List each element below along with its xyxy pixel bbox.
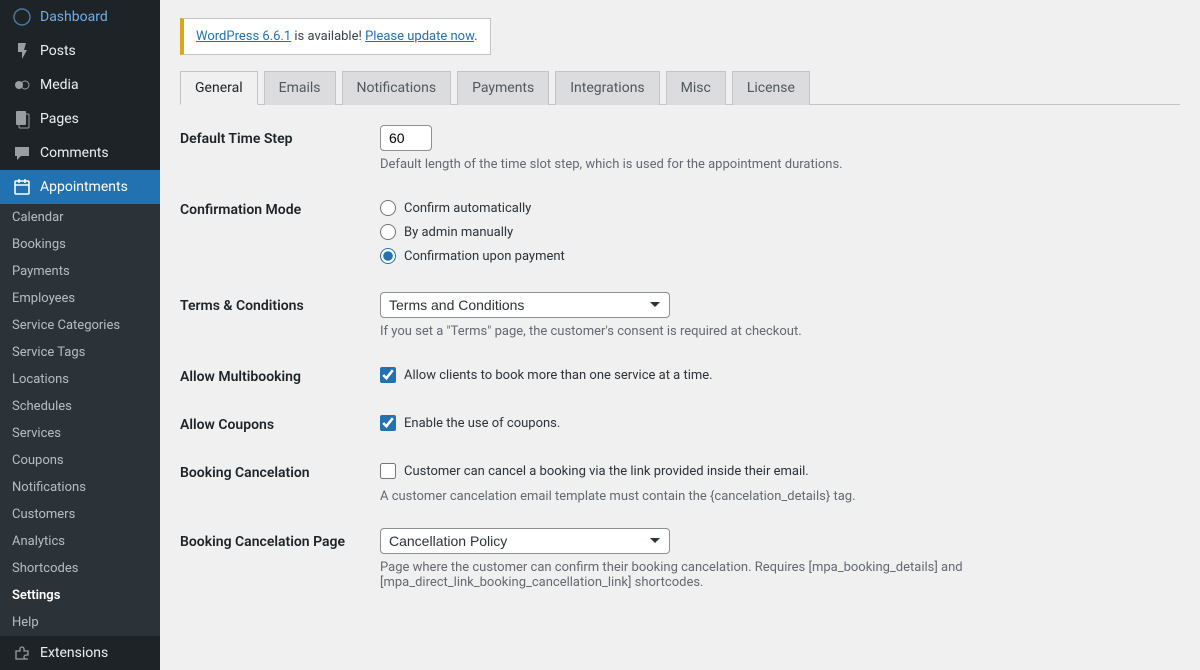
- sidebar-item-dashboard[interactable]: Dashboard: [0, 0, 160, 34]
- sidebar-label: Posts: [40, 43, 76, 59]
- media-icon: [12, 75, 32, 95]
- submenu-shortcodes[interactable]: Shortcodes: [0, 555, 160, 582]
- sidebar-item-appointments[interactable]: Appointments: [0, 170, 160, 204]
- submenu-coupons[interactable]: Coupons: [0, 447, 160, 474]
- select-terms-page[interactable]: Terms and Conditions: [380, 292, 670, 318]
- wp-version-link[interactable]: WordPress 6.6.1: [196, 29, 291, 44]
- sidebar-label: Media: [40, 77, 79, 93]
- submenu-payments[interactable]: Payments: [0, 258, 160, 285]
- checkbox-cancelation[interactable]: Customer can cancel a booking via the li…: [380, 459, 1180, 483]
- label-terms: Terms & Conditions: [180, 292, 380, 314]
- desc-cancelation-page: Page where the customer can confirm thei…: [380, 560, 1180, 590]
- tab-emails[interactable]: Emails: [264, 71, 336, 105]
- sidebar-item-media[interactable]: Media: [0, 68, 160, 102]
- row-coupons: Allow Coupons Enable the use of coupons.: [180, 411, 1180, 435]
- submenu-services[interactable]: Services: [0, 420, 160, 447]
- label-cancelation-page: Booking Cancelation Page: [180, 528, 380, 550]
- update-notice: WordPress 6.6.1 is available! Please upd…: [180, 18, 491, 55]
- sidebar-submenu: Calendar Bookings Payments Employees Ser…: [0, 204, 160, 636]
- checkbox-coupons[interactable]: Enable the use of coupons.: [380, 411, 1180, 435]
- submenu-notifications[interactable]: Notifications: [0, 474, 160, 501]
- submenu-settings[interactable]: Settings: [0, 582, 160, 609]
- sidebar-label: Appointments: [40, 179, 128, 195]
- tab-integrations[interactable]: Integrations: [555, 71, 659, 105]
- update-now-link[interactable]: Please update now: [365, 29, 474, 44]
- sidebar-label: Comments: [40, 145, 109, 161]
- submenu-help[interactable]: Help: [0, 609, 160, 636]
- settings-form: Default Time Step Default length of the …: [180, 125, 1180, 590]
- tab-notifications[interactable]: Notifications: [342, 71, 452, 105]
- submenu-locations[interactable]: Locations: [0, 366, 160, 393]
- row-confirmation-mode: Confirmation Mode Confirm automatically …: [180, 196, 1180, 268]
- submenu-analytics[interactable]: Analytics: [0, 528, 160, 555]
- label-time-step: Default Time Step: [180, 125, 380, 147]
- extensions-icon: [12, 643, 32, 663]
- tab-general[interactable]: General: [180, 71, 258, 105]
- admin-sidebar: Dashboard Posts Media Pages Comments App…: [0, 0, 160, 670]
- select-cancelation-page[interactable]: Cancellation Policy: [380, 528, 670, 554]
- desc-cancelation: A customer cancelation email template mu…: [380, 489, 1180, 504]
- pin-icon: [12, 41, 32, 61]
- sidebar-item-posts[interactable]: Posts: [0, 34, 160, 68]
- row-cancelation-page: Booking Cancelation Page Cancellation Po…: [180, 528, 1180, 590]
- label-cancelation: Booking Cancelation: [180, 459, 380, 481]
- submenu-service-categories[interactable]: Service Categories: [0, 312, 160, 339]
- sidebar-item-extensions[interactable]: Extensions: [0, 636, 160, 670]
- calendar-icon: [12, 177, 32, 197]
- pages-icon: [12, 109, 32, 129]
- label-coupons: Allow Coupons: [180, 411, 380, 433]
- row-time-step: Default Time Step Default length of the …: [180, 125, 1180, 172]
- sidebar-label: Pages: [40, 111, 79, 127]
- row-cancelation: Booking Cancelation Customer can cancel …: [180, 459, 1180, 504]
- submenu-schedules[interactable]: Schedules: [0, 393, 160, 420]
- sidebar-label: Extensions: [40, 645, 108, 661]
- tab-license[interactable]: License: [732, 71, 810, 105]
- row-multibooking: Allow Multibooking Allow clients to book…: [180, 363, 1180, 387]
- submenu-customers[interactable]: Customers: [0, 501, 160, 528]
- tab-payments[interactable]: Payments: [457, 71, 549, 105]
- main-content: WordPress 6.6.1 is available! Please upd…: [160, 0, 1200, 670]
- submenu-service-tags[interactable]: Service Tags: [0, 339, 160, 366]
- submenu-employees[interactable]: Employees: [0, 285, 160, 312]
- desc-terms: If you set a "Terms" page, the customer'…: [380, 324, 1180, 339]
- dashboard-icon: [12, 7, 32, 27]
- checkbox-multibooking[interactable]: Allow clients to book more than one serv…: [380, 363, 1180, 387]
- radio-confirm-auto[interactable]: Confirm automatically: [380, 196, 1180, 220]
- submenu-calendar[interactable]: Calendar: [0, 204, 160, 231]
- notice-tail: .: [474, 29, 477, 44]
- desc-time-step: Default length of the time slot step, wh…: [380, 157, 1180, 172]
- radio-confirm-admin[interactable]: By admin manually: [380, 220, 1180, 244]
- radio-confirm-payment[interactable]: Confirmation upon payment: [380, 244, 1180, 268]
- settings-tabs: General Emails Notifications Payments In…: [180, 71, 1180, 105]
- tab-misc[interactable]: Misc: [666, 71, 726, 105]
- sidebar-item-pages[interactable]: Pages: [0, 102, 160, 136]
- row-terms: Terms & Conditions Terms and Conditions …: [180, 292, 1180, 339]
- sidebar-label: Dashboard: [40, 9, 108, 25]
- notice-text: is available!: [291, 29, 365, 44]
- input-time-step[interactable]: [380, 125, 432, 151]
- submenu-bookings[interactable]: Bookings: [0, 231, 160, 258]
- comments-icon: [12, 143, 32, 163]
- sidebar-item-comments[interactable]: Comments: [0, 136, 160, 170]
- label-multibooking: Allow Multibooking: [180, 363, 380, 385]
- label-confirmation-mode: Confirmation Mode: [180, 196, 380, 218]
